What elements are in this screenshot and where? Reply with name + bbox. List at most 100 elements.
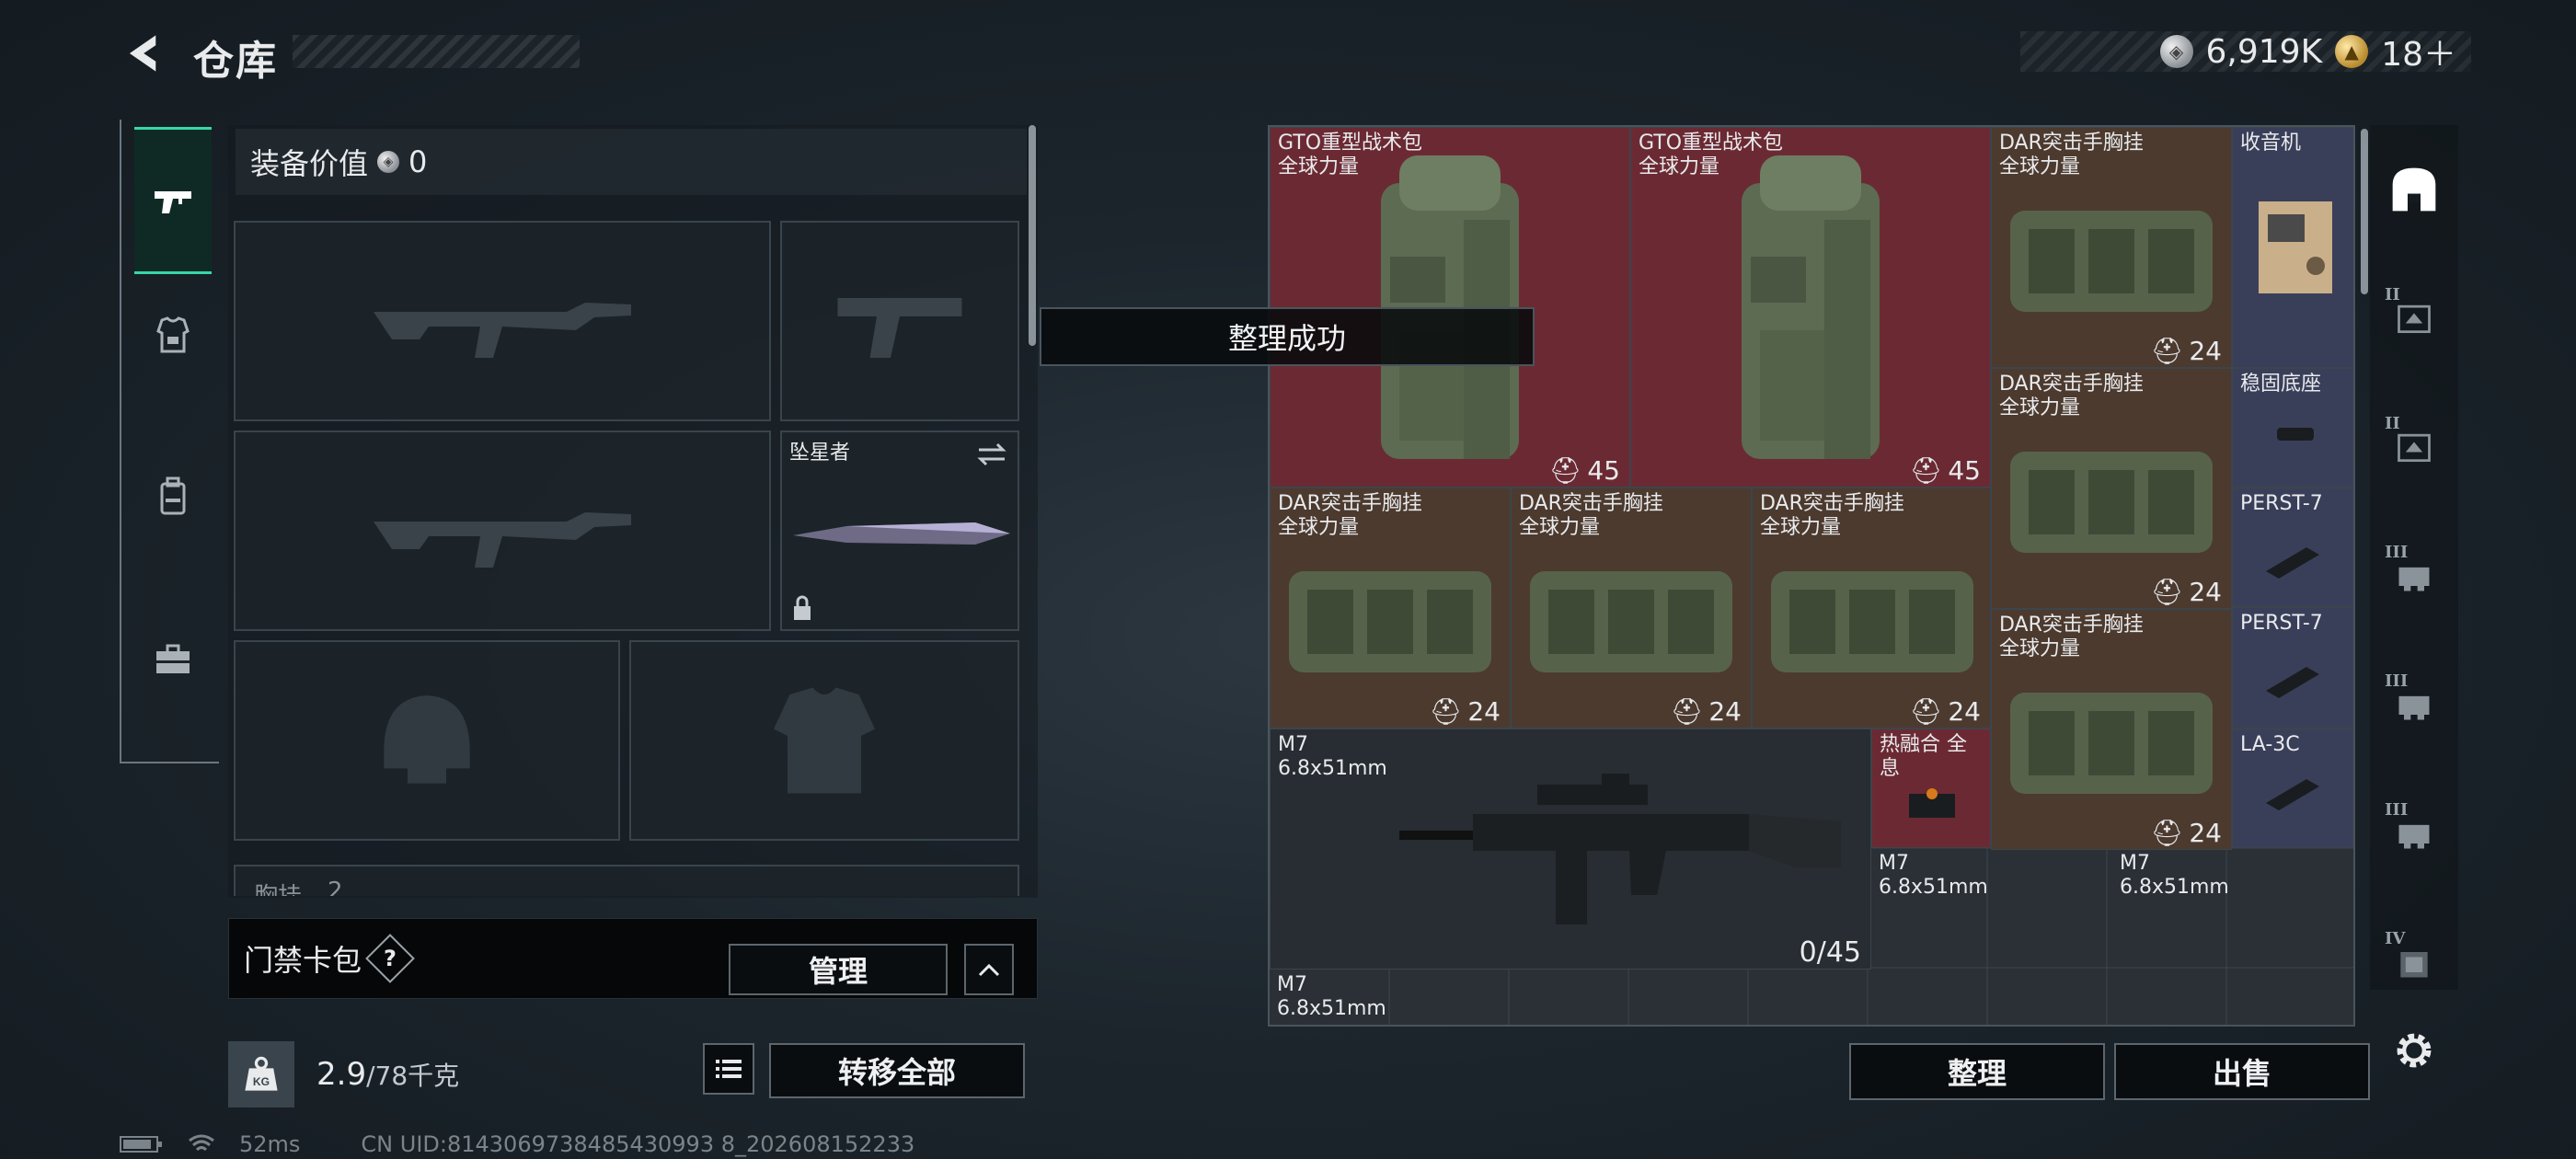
armor-icon (156, 316, 190, 353)
chest-rig-image (1280, 544, 1501, 682)
left-category-nav (120, 120, 219, 763)
item-name: DAR突击手胸挂 (1519, 492, 1663, 515)
tab-container-6[interactable]: IV (2379, 925, 2449, 999)
chest-rig-image (2001, 424, 2222, 562)
tab-container-4[interactable]: III (2379, 668, 2449, 741)
nav-backpack[interactable] (134, 451, 212, 543)
back-button[interactable] (114, 24, 169, 83)
item-name: PERST-7 (2240, 612, 2323, 635)
item-count: ⛑ 45 (1548, 455, 1620, 486)
backpack-image (1723, 146, 1898, 477)
storage-item[interactable]: M7 6.8x51mm 0/45 (1270, 729, 1871, 970)
storage-grid: GTO重型战术包 全球力量 ⛑ 45 GTO重型战术包 全球力量 ⛑ 45 DA… (1268, 125, 2355, 1027)
storage-item[interactable]: DAR突击手胸挂 全球力量 ⛑ 24 (1991, 368, 2232, 609)
item-sub: 6.8x51mm (1277, 997, 1386, 1020)
item-count: ⛑ 24 (1909, 696, 1981, 727)
transfer-all-button[interactable]: 转移全部 (769, 1043, 1025, 1098)
collapse-button[interactable] (964, 944, 1014, 995)
equipment-value-row: 装备价值 ◈ 0 (236, 129, 1027, 195)
holo-sight-image (1900, 766, 1964, 831)
storage-item[interactable]: DAR突击手胸挂 全球力量 ⛑ 24 (1752, 488, 1991, 729)
item-name: DAR突击手胸挂 (1999, 132, 2144, 155)
item-name: PERST-7 (2240, 492, 2323, 515)
chest-rig-image (1521, 544, 1742, 682)
item-sub: 全球力量 (1999, 155, 2081, 178)
item-name: 收音机 (2240, 132, 2302, 155)
storage-item[interactable]: DAR突击手胸挂 全球力量 ⛑ 24 (1270, 488, 1511, 729)
storage-item[interactable]: M7 6.8x51mm (1871, 848, 2112, 968)
item-name: DAR突击手胸挂 (1999, 614, 2144, 637)
armor-silhouette-icon (631, 642, 1018, 839)
kg-weight-icon: KG (228, 1041, 294, 1107)
item-sub: 全球力量 (1999, 637, 2081, 660)
slot-body-armor[interactable] (629, 640, 1019, 841)
tab-container-1[interactable]: II (2379, 281, 2449, 355)
silver-coin-icon: ◈ (2159, 35, 2193, 68)
list-view-button[interactable] (703, 1043, 754, 1095)
chest-rig-count: 2 (328, 878, 343, 896)
item-count: ⛑ 24 (2150, 577, 2222, 607)
tab-container-3[interactable]: III (2379, 539, 2449, 613)
access-card-label: 门禁卡包 (244, 943, 362, 978)
item-name: DAR突击手胸挂 (1760, 492, 1904, 515)
rifle-silhouette-icon (236, 223, 769, 419)
svg-text:KG: KG (253, 1075, 270, 1088)
storage-item[interactable]: 收音机 (2232, 127, 2353, 368)
item-sub: 6.8x51mm (2120, 876, 2229, 899)
storage-item[interactable]: DAR突击手胸挂 全球力量 ⛑ 24 (1991, 127, 2232, 368)
container-tab-bar: II II III III III IV (2370, 125, 2458, 990)
manage-button[interactable]: 管理 (729, 944, 948, 995)
slot-secondary-weapon[interactable] (234, 430, 771, 631)
help-icon[interactable]: ? (365, 934, 415, 983)
slot-sidearm[interactable] (780, 221, 1019, 421)
pistol-icon (155, 191, 191, 213)
item-count: ⛑ 24 (2150, 818, 2222, 848)
chest-rig-image (2001, 665, 2222, 803)
pistol-silhouette-icon (782, 223, 1018, 419)
tab-warehouse[interactable] (2379, 153, 2449, 226)
storage-scrollbar[interactable] (2361, 129, 2368, 294)
item-sub: 6.8x51mm (1879, 876, 1988, 899)
silver-amount: 6,919K (2205, 32, 2323, 71)
storage-item[interactable]: 稳固底座 (2232, 368, 2353, 488)
nav-toolbox[interactable] (134, 613, 212, 705)
storage-item[interactable]: DAR突击手胸挂 全球力量 ⛑ 24 (1511, 488, 1752, 729)
slot-helmet[interactable] (234, 640, 620, 841)
gold-amount: 18＋ (2381, 36, 2456, 74)
storage-item[interactable]: M7 6.8x51mm (2112, 848, 2353, 968)
slot-primary-weapon[interactable] (234, 221, 771, 421)
storage-item[interactable]: DAR突击手胸挂 全球力量 ⛑ 24 (1991, 609, 2232, 850)
equipment-value-label: 装备价值 (250, 146, 369, 181)
storage-item[interactable]: PERST-7 (2232, 488, 2353, 607)
nav-weapons[interactable] (134, 127, 212, 274)
item-sub: 全球力量 (1278, 516, 1360, 539)
page-title: 仓库 (193, 38, 278, 85)
storage-item[interactable]: PERST-7 (2232, 607, 2353, 729)
backpack-icon (160, 476, 186, 515)
equipment-scrollbar[interactable] (1029, 125, 1036, 346)
storage-item[interactable]: M7 6.8x51mm (1270, 970, 1871, 1025)
equipment-value: 0 (408, 144, 428, 179)
item-count: ⛑ 24 (1429, 696, 1501, 727)
tab-container-5[interactable]: III (2379, 797, 2449, 870)
radio-image (2249, 192, 2341, 303)
sell-button[interactable]: 出售 (2114, 1043, 2370, 1100)
storage-item[interactable]: LA-3C (2232, 729, 2353, 848)
nav-armor[interactable] (134, 289, 212, 381)
slot-melee[interactable]: 坠星者 (780, 430, 1019, 631)
bipod-image (2270, 415, 2321, 452)
item-name: LA-3C (2240, 733, 2300, 756)
silver-coin-icon: ◈ (377, 151, 400, 173)
item-name: M7 (1278, 733, 1308, 756)
settings-gear-icon (2397, 1033, 2432, 1068)
storage-item[interactable]: GTO重型战术包 全球力量 ⛑ 45 (1630, 127, 1991, 488)
tab-container-2[interactable]: II (2379, 410, 2449, 484)
item-count: ⛑ 24 (1670, 696, 1742, 727)
sort-button[interactable]: 整理 (1849, 1043, 2105, 1100)
settings-button[interactable] (2385, 1021, 2444, 1080)
warehouse-icon (2392, 167, 2436, 212)
storage-item[interactable]: 热融合 全息 (1871, 729, 1991, 848)
swap-icon[interactable] (975, 442, 1008, 467)
uid-label: CN UID:8143069738485430993 8_20260815223… (361, 1131, 915, 1157)
slot-chest-rig[interactable]: 胸挂 2 (234, 865, 1019, 896)
